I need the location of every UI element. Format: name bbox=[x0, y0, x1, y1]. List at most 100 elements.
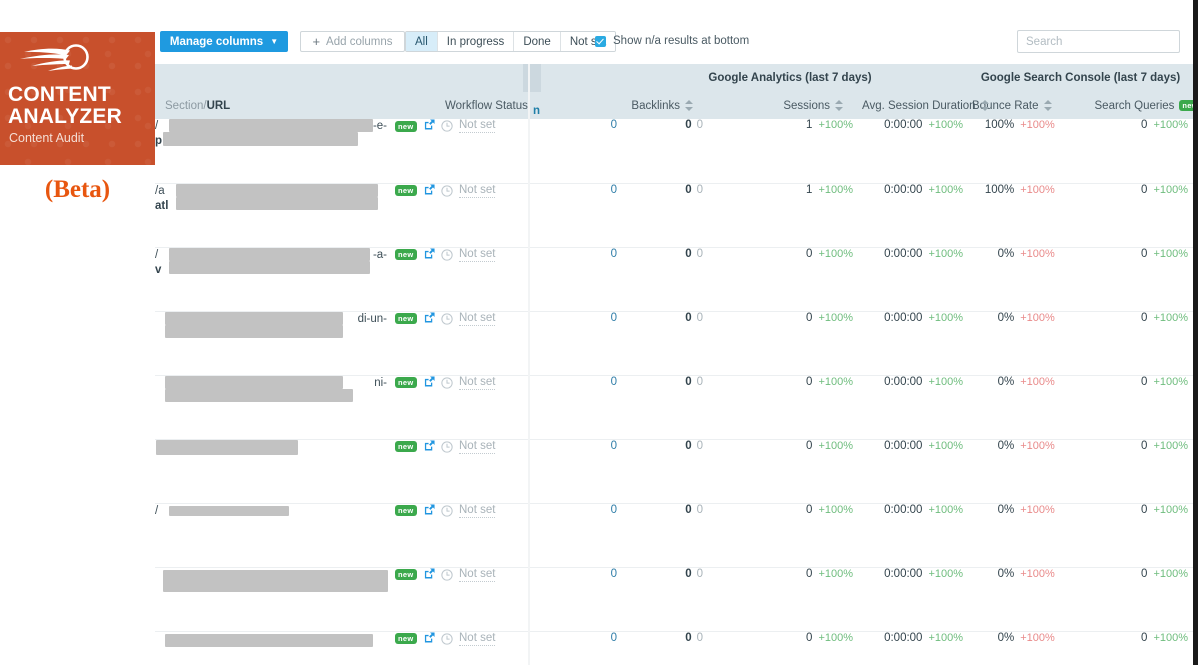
workflow-status-control[interactable]: Not set bbox=[441, 312, 496, 326]
url-text[interactable]: / -a- v bbox=[155, 247, 395, 278]
url-text[interactable]: /a atl bbox=[155, 183, 395, 214]
sessions-value: 0 bbox=[806, 439, 813, 452]
search-queries-group: 0 +100% bbox=[1058, 376, 1188, 388]
workflow-status-control[interactable]: Not set bbox=[441, 119, 496, 133]
external-link-icon[interactable] bbox=[424, 631, 435, 643]
cell-section-url[interactable]: / -a- v bbox=[155, 247, 395, 312]
workflow-status-control[interactable]: Not set bbox=[441, 632, 496, 646]
duration-delta: +100% bbox=[928, 567, 964, 580]
cell-section-url[interactable]: di-un- bbox=[155, 311, 395, 376]
external-link-icon[interactable] bbox=[424, 439, 435, 451]
cell-workflow-status[interactable]: Not set bbox=[441, 567, 533, 632]
cell-hidden-spacer bbox=[533, 631, 547, 665]
search-input[interactable] bbox=[1018, 31, 1179, 52]
table-row[interactable]: di-un- new Not set 0 00 0 +100% 0:00:00 +1… bbox=[155, 311, 1198, 376]
external-link-icon[interactable] bbox=[424, 119, 435, 130]
external-link-button[interactable] bbox=[424, 375, 435, 390]
filter-done[interactable]: Done bbox=[514, 32, 561, 51]
workflow-status-control[interactable]: Not set bbox=[441, 184, 496, 198]
url-text[interactable] bbox=[155, 568, 395, 592]
table-row[interactable]: / -e- p new Not set 0 00 1 +100% 0:00:00 +1… bbox=[155, 119, 1198, 184]
col-avg-session-duration[interactable]: Avg. Session Duration bbox=[853, 92, 989, 119]
table-row[interactable]: new Not set 0 00 0 +100% 0:00:00 +100% 0% +… bbox=[155, 567, 1198, 632]
external-link-button[interactable] bbox=[424, 439, 435, 454]
external-link-button[interactable] bbox=[424, 311, 435, 326]
workflow-status-control[interactable]: Not set bbox=[441, 248, 496, 262]
cell-workflow-status[interactable]: Not set bbox=[441, 247, 533, 312]
url-text[interactable]: / bbox=[155, 504, 395, 534]
workflow-status-control[interactable]: Not set bbox=[441, 440, 496, 454]
cell-workflow-status[interactable]: Not set bbox=[441, 183, 533, 248]
filter-in-progress[interactable]: In progress bbox=[437, 32, 515, 51]
col-workflow-status[interactable]: Workflow Status bbox=[441, 92, 533, 119]
bounce-rate-delta: +100% bbox=[1020, 631, 1055, 644]
cell-workflow-status[interactable]: Not set bbox=[441, 631, 533, 665]
cell-section-url[interactable]: / -e- p bbox=[155, 119, 395, 184]
workflow-status-control[interactable]: Not set bbox=[441, 504, 496, 518]
show-na-checkbox-wrapper[interactable]: Show n/a results at bottom bbox=[595, 35, 749, 47]
sort-icon[interactable] bbox=[980, 99, 990, 111]
show-na-checkbox[interactable] bbox=[595, 35, 606, 47]
new-badge: new bbox=[395, 505, 417, 516]
workflow-status-control[interactable]: Not set bbox=[441, 568, 496, 582]
table-row[interactable]: /a atl new Not set 0 00 1 +100% 0:00:00 +1… bbox=[155, 183, 1198, 248]
external-link-icon[interactable] bbox=[424, 567, 435, 579]
sort-icon[interactable] bbox=[835, 99, 844, 111]
cell-section-url[interactable]: /a atl bbox=[155, 183, 395, 248]
table-row[interactable]: new Not set 0 00 0 +100% 0:00:00 +100% 0% +… bbox=[155, 439, 1198, 504]
cell-section-url[interactable] bbox=[155, 439, 395, 504]
external-link-button[interactable] bbox=[424, 247, 435, 262]
external-link-button[interactable] bbox=[424, 631, 435, 646]
col-sessions[interactable]: Sessions bbox=[703, 92, 853, 119]
table-row[interactable]: ni- new Not set 0 00 0 +100% 0:00:00 +100%… bbox=[155, 375, 1198, 440]
results-table-container[interactable]: Google Analytics (last 7 days) Google Se… bbox=[155, 64, 1198, 665]
cell-workflow-status[interactable]: Not set bbox=[441, 375, 533, 440]
url-text[interactable] bbox=[155, 439, 395, 455]
external-link-icon[interactable] bbox=[424, 247, 435, 259]
external-link-icon[interactable] bbox=[424, 375, 435, 387]
external-link-icon[interactable] bbox=[424, 183, 435, 195]
search-box[interactable] bbox=[1017, 30, 1180, 53]
workflow-status-control[interactable]: Not set bbox=[441, 376, 496, 390]
cell-backlinks: 00 bbox=[617, 631, 703, 665]
add-columns-label: Add columns bbox=[326, 35, 393, 48]
col-backlinks[interactable]: Backlinks bbox=[617, 92, 703, 119]
cell-bounce-and-queries: 0% +100% 0 +100% bbox=[963, 311, 1198, 376]
cell-section-url[interactable]: ni- bbox=[155, 375, 395, 440]
col-hidden-fragment[interactable]: n bbox=[533, 92, 547, 119]
col-section-url[interactable]: Section/URL bbox=[155, 92, 395, 119]
table-row[interactable]: new Not set 0 00 0 +100% 0:00:00 +100% 0% +… bbox=[155, 631, 1198, 665]
external-link-button[interactable] bbox=[424, 503, 435, 518]
cell-avg-session-duration: 0:00:00 +100% bbox=[853, 311, 964, 376]
brand-subtitle: Content Audit bbox=[9, 131, 85, 145]
sort-icon[interactable] bbox=[1043, 99, 1053, 111]
sort-icon[interactable] bbox=[685, 99, 694, 111]
cell-workflow-status[interactable]: Not set bbox=[441, 503, 533, 568]
col-search-queries[interactable]: Bounce Rate Search Queries new bbox=[963, 92, 1198, 119]
table-row[interactable]: / -a- v new Not set 0 00 0 +100% 0:00:00 +1… bbox=[155, 247, 1198, 312]
external-link-icon[interactable] bbox=[424, 311, 435, 323]
cell-section-url[interactable] bbox=[155, 567, 395, 632]
table-row[interactable]: / new Not set 0 00 0 +100% 0:00:00 +100% 0… bbox=[155, 503, 1198, 568]
cell-workflow-status[interactable]: Not set bbox=[441, 119, 533, 184]
external-link-icon[interactable] bbox=[424, 503, 435, 515]
url-text[interactable]: ni- bbox=[155, 375, 395, 402]
url-text[interactable] bbox=[155, 632, 395, 647]
duration-delta: +100% bbox=[928, 119, 964, 131]
url-text[interactable]: di-un- bbox=[155, 311, 395, 338]
external-link-button[interactable] bbox=[424, 183, 435, 198]
cell-workflow-status[interactable]: Not set bbox=[441, 311, 533, 376]
external-link-button[interactable] bbox=[424, 119, 435, 133]
url-text[interactable]: / -e- p bbox=[155, 119, 395, 149]
add-columns-button[interactable]: + Add columns bbox=[300, 31, 405, 52]
cell-section-url[interactable] bbox=[155, 631, 395, 665]
external-link-button[interactable] bbox=[424, 567, 435, 582]
duration-value: 0:00:00 bbox=[884, 631, 923, 644]
cell-workflow-status[interactable]: Not set bbox=[441, 439, 533, 504]
group-google-search-console: Google Search Console (last 7 days) bbox=[963, 64, 1198, 92]
group-google-analytics: Google Analytics (last 7 days) bbox=[617, 64, 964, 92]
filter-all[interactable]: All bbox=[406, 32, 438, 51]
col-sessions-label: Sessions bbox=[783, 99, 830, 112]
cell-section-url[interactable]: / bbox=[155, 503, 395, 568]
manage-columns-button[interactable]: Manage columns ▼ bbox=[160, 31, 288, 52]
